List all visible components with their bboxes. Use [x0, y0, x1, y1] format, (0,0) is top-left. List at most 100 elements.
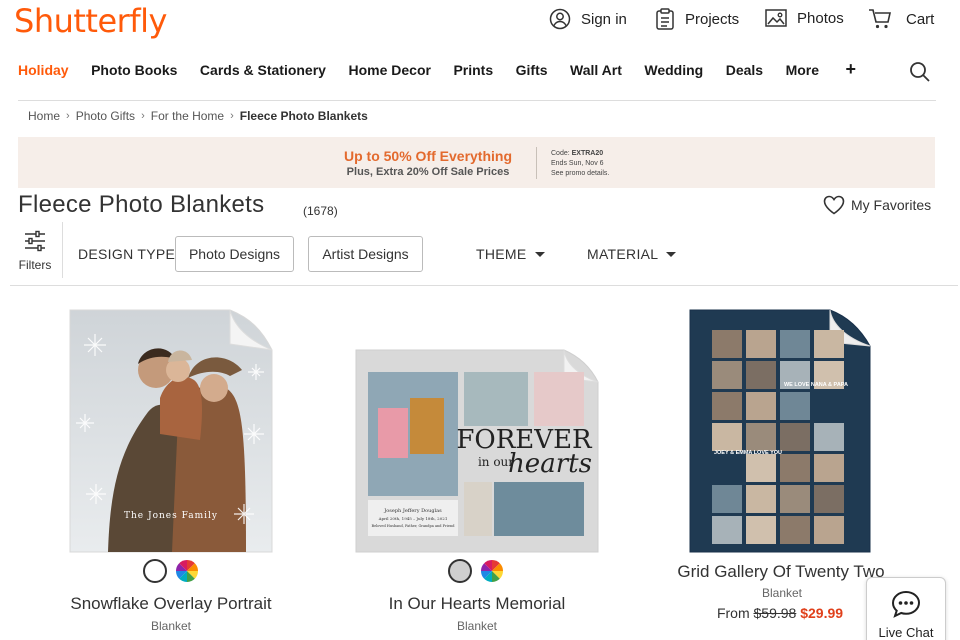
grid-photo-cell	[746, 516, 776, 544]
theme-label: THEME	[476, 246, 527, 262]
material-label: MATERIAL	[587, 246, 659, 262]
grid-photo-cell	[746, 330, 776, 358]
grid-photo-cell	[780, 392, 810, 420]
top-bar: Shutterfly Sign in Projects Photos Cart	[0, 0, 960, 44]
nav-more-label: More	[785, 62, 820, 78]
grid-photo-cell	[780, 454, 810, 482]
grid-photo-cell	[712, 392, 742, 420]
product-image-grid-gallery[interactable]: WE LOVE NANA & PAPA JOEY & EMMA LOVE YOU	[688, 308, 872, 554]
product-name-hearts-memorial[interactable]: In Our Hearts Memorial	[336, 594, 618, 614]
grid-photo-cell	[814, 330, 844, 358]
product-image-snowflake-portrait[interactable]: The Jones Family	[68, 308, 274, 554]
sign-in-link[interactable]: Sign in	[549, 8, 627, 30]
promo-code: EXTRA20	[571, 150, 604, 157]
filter-divider	[62, 222, 63, 278]
nav-prints[interactable]: Prints	[453, 62, 493, 78]
photo-icon	[765, 9, 787, 27]
promo-ends: Ends Sun, Nov 6	[551, 160, 604, 167]
result-count: (1678)	[303, 204, 338, 218]
page-title: Fleece Photo Blankets	[18, 191, 265, 218]
breadcrumb-current: Fleece Photo Blankets	[239, 109, 368, 123]
material-dropdown[interactable]: MATERIAL	[587, 246, 677, 262]
nav-wedding[interactable]: Wedding	[644, 62, 703, 78]
price-sale: $29.99	[800, 605, 844, 621]
filters-label: Filters	[18, 258, 52, 272]
promo-details-link[interactable]: See promo details.	[551, 169, 609, 179]
overlay-text-jones-family: The Jones Family	[124, 511, 218, 521]
nav-more[interactable]: More +	[785, 59, 879, 79]
promo-code-line: Code: EXTRA20	[551, 149, 609, 159]
breadcrumb-for-the-home[interactable]: For the Home	[151, 109, 224, 123]
nav-wall-art[interactable]: Wall Art	[570, 62, 622, 78]
design-type-label: DESIGN TYPE	[78, 246, 176, 262]
chevron-right-icon: ›	[141, 110, 145, 122]
grid-photo-cell	[746, 423, 776, 451]
caption-dedication: Beloved Husband, Father, Grandpa and Fri…	[372, 524, 456, 528]
price-from-label: From	[716, 605, 750, 621]
breadcrumb-home[interactable]: Home	[28, 109, 60, 123]
nav-gifts[interactable]: Gifts	[516, 62, 548, 78]
promo-divider	[536, 147, 537, 179]
search-icon[interactable]	[909, 61, 931, 83]
overlay-hearts: hearts	[508, 449, 592, 479]
caption-name: Joseph Jeffery Douglas	[383, 508, 442, 514]
my-favorites-label: My Favorites	[851, 197, 932, 213]
breadcrumb-photo-gifts[interactable]: Photo Gifts	[76, 109, 135, 123]
nav-deals[interactable]: Deals	[726, 62, 763, 78]
artist-designs-button[interactable]: Artist Designs	[308, 236, 423, 272]
promo-main: Up to 50% Off Everything Plus, Extra 20%…	[318, 148, 538, 178]
promo-code-label: Code:	[551, 150, 572, 157]
plus-icon: +	[845, 59, 857, 79]
nav-photo-books[interactable]: Photo Books	[91, 62, 177, 78]
nav-holiday[interactable]: Holiday	[18, 62, 69, 78]
grid-photo-cell	[780, 485, 810, 513]
shutterfly-logo[interactable]: Shutterfly	[14, 2, 167, 40]
product-name-snowflake-portrait[interactable]: Snowflake Overlay Portrait	[30, 594, 312, 614]
projects-link[interactable]: Projects	[655, 8, 739, 30]
grid-photo-cell	[814, 516, 844, 544]
photo-designs-button[interactable]: Photo Designs	[175, 236, 294, 272]
sign-in-label: Sign in	[581, 10, 627, 28]
grid-photo-cell	[712, 516, 742, 544]
nav-home-decor[interactable]: Home Decor	[348, 62, 430, 78]
chevron-right-icon: ›	[230, 110, 234, 122]
grid-photo-cell	[814, 485, 844, 513]
caption-dates: April 20th, 1945 – July 18th, 2021	[378, 516, 448, 521]
grid-photo-cell	[780, 516, 810, 544]
heart-icon	[823, 195, 845, 215]
grid-photo-cell	[746, 485, 776, 513]
product-type: Blanket	[456, 619, 498, 633]
my-favorites-link[interactable]: My Favorites	[823, 195, 931, 215]
live-chat-button[interactable]: Live Chat	[866, 577, 946, 640]
cart-icon	[869, 9, 891, 29]
cart-link[interactable]: Cart	[868, 8, 934, 30]
product-type: Blanket	[150, 619, 192, 633]
photos-label: Photos	[797, 9, 844, 27]
promo-code-block: Code: EXTRA20 Ends Sun, Nov 6 See promo …	[551, 149, 609, 179]
multicolor-swatch-icon[interactable]	[175, 559, 199, 583]
promo-headline: Up to 50% Off Everything	[343, 148, 513, 164]
multicolor-swatch-icon[interactable]	[480, 559, 504, 583]
photos-link[interactable]: Photos	[765, 8, 844, 28]
grid-photo-cell	[746, 361, 776, 389]
live-chat-label: Live Chat	[878, 625, 934, 640]
filters-button[interactable]: Filters	[10, 230, 60, 272]
product-image-hearts-memorial[interactable]: FOREVER in our hearts Joseph Jeffery Dou…	[354, 348, 600, 554]
price-original: $59.98	[753, 605, 797, 621]
color-swatch-gray[interactable]	[448, 559, 472, 583]
overlay-joey-emma: JOEY & EMMA LOVE YOU	[714, 450, 782, 456]
chat-bubble-icon	[891, 590, 921, 618]
grid-photo-cell	[746, 392, 776, 420]
user-icon	[549, 8, 571, 30]
cart-label: Cart	[906, 10, 935, 28]
caret-down-icon	[666, 251, 677, 257]
grid-photo-cell	[712, 423, 742, 451]
theme-dropdown[interactable]: THEME	[476, 246, 545, 262]
main-nav: Holiday Photo Books Cards & Stationery H…	[18, 59, 901, 79]
nav-cards-stationery[interactable]: Cards & Stationery	[200, 62, 326, 78]
color-swatch-white[interactable]	[143, 559, 167, 583]
grid-photo-cell	[814, 423, 844, 451]
projects-label: Projects	[685, 10, 740, 28]
grid-photo-cell	[712, 485, 742, 513]
promo-banner[interactable]: Up to 50% Off Everything Plus, Extra 20%…	[18, 137, 935, 188]
